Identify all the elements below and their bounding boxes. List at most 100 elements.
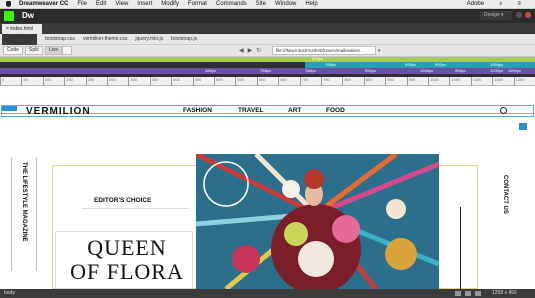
- ruler-tick: 450: [192, 77, 201, 86]
- nav-art[interactable]: ART: [288, 107, 301, 114]
- window-controls: [516, 12, 531, 18]
- nav-food[interactable]: FOOD: [326, 107, 345, 114]
- divider: [11, 158, 12, 271]
- live-options-icon[interactable]: [62, 46, 72, 55]
- workspace-label: Design: [484, 12, 500, 18]
- menu-format[interactable]: Format: [188, 0, 207, 9]
- menu-commands[interactable]: Commands: [216, 0, 247, 9]
- mq-bar-purple[interactable]: 480px 768px 992px 1200px 768px 992px 120…: [0, 68, 535, 74]
- ruler-tick: 350: [149, 77, 158, 86]
- browser-nav-icons: ◀▶↻: [239, 47, 265, 54]
- live-view-button[interactable]: Live: [45, 46, 63, 55]
- related-source-code[interactable]: Source Code: [2, 33, 38, 45]
- back-icon[interactable]: ◀: [239, 48, 248, 54]
- ruler-tick: 700: [299, 77, 308, 86]
- ruler-tick: 1200: [513, 77, 525, 86]
- ruler-tick: 250: [107, 77, 116, 86]
- menubar-right: Adobe ⌕ ≡: [461, 0, 530, 9]
- hero-image[interactable]: [196, 154, 439, 289]
- nav-fashion[interactable]: FASHION: [183, 107, 212, 114]
- nav-travel[interactable]: TRAVEL: [238, 107, 264, 114]
- live-view-canvas[interactable]: VERMILION FASHION TRAVEL ART FOOD THE LI…: [0, 86, 535, 289]
- media-query-bar: 900px 768px 992px 992px 1199px 480px 768…: [0, 56, 535, 77]
- menu-window[interactable]: Window: [275, 0, 296, 9]
- menu-insert[interactable]: Insert: [137, 0, 152, 9]
- app-menu[interactable]: Dreamweaver CC: [19, 0, 68, 9]
- ruler-tick: 600: [256, 77, 265, 86]
- menu-modify[interactable]: Modify: [161, 0, 179, 9]
- dw-logo-icon: [4, 11, 14, 21]
- tag-selector[interactable]: body: [4, 290, 15, 297]
- menu-view[interactable]: View: [115, 0, 128, 9]
- mq-label: 768px: [305, 68, 316, 73]
- mac-menubar: Dreamweaver CC File Edit View Insert Mod…: [0, 0, 535, 9]
- refresh-icon[interactable]: ↻: [256, 48, 265, 54]
- doc-tab-label: index.html: [10, 26, 34, 32]
- side-tagline: THE LIFESTYLE MAGAZINE: [21, 162, 27, 242]
- menu-help[interactable]: Help: [305, 0, 317, 9]
- window-size-readout[interactable]: 1258 x 492: [492, 290, 517, 297]
- ruler-tick: 650: [278, 77, 287, 86]
- phone-icon[interactable]: [455, 291, 461, 296]
- apple-icon[interactable]: [6, 1, 11, 7]
- workspace-switcher[interactable]: Design ▾: [480, 11, 512, 20]
- site-search-icon[interactable]: [500, 107, 507, 114]
- ruler-tick: 50: [21, 77, 28, 86]
- tablet-icon[interactable]: [465, 291, 471, 296]
- mq-label: 1199px: [508, 68, 521, 73]
- ruler-tick: 1000: [428, 77, 439, 86]
- mq-label: 768px: [260, 68, 271, 73]
- related-bootstrap-js[interactable]: bootstrap.js: [171, 34, 197, 45]
- mq-label: 1200px: [490, 68, 504, 73]
- sync-icon[interactable]: [516, 12, 522, 18]
- desktop-icon[interactable]: [475, 291, 481, 296]
- site-brand-logo[interactable]: VERMILION: [26, 106, 91, 117]
- app-titlebar: Dw Design ▾: [0, 9, 535, 23]
- mq-label: 992px: [455, 68, 466, 73]
- ruler-tick: 0: [0, 77, 4, 86]
- doc-tab-index[interactable]: × index.html: [2, 24, 42, 34]
- ruler-tick: 750: [321, 77, 330, 86]
- headline-line-2: OF FLORA: [70, 259, 184, 284]
- article-headline[interactable]: QUEEN OF FLORA: [62, 236, 192, 284]
- device-preview-icons: [455, 291, 481, 296]
- menu-file[interactable]: File: [77, 0, 87, 9]
- ruler-tick: 800: [342, 77, 351, 86]
- divider: [36, 158, 37, 271]
- divider: [460, 207, 461, 289]
- list-icon[interactable]: ≡: [517, 0, 521, 9]
- adobe-menu[interactable]: Adobe: [467, 0, 484, 9]
- editors-choice-label: EDITOR'S CHOICE: [94, 197, 152, 204]
- menu-site[interactable]: Site: [256, 0, 266, 9]
- related-bootstrap-css[interactable]: bootstrap.css: [45, 34, 75, 45]
- address-bar[interactable]: file:///Macintosh%20HD/Users/mailevalent…: [272, 46, 376, 55]
- status-bar: body 1258 x 492: [0, 289, 535, 298]
- ruler-tick: 150: [64, 77, 73, 86]
- creative-cloud-icon[interactable]: [525, 12, 531, 18]
- split-view-button[interactable]: Split: [25, 46, 43, 55]
- forward-icon[interactable]: ▶: [248, 48, 257, 54]
- ruler-tick: 300: [128, 77, 137, 86]
- contact-us-link[interactable]: CONTACT US: [502, 175, 508, 214]
- ruler-tick: 1100: [470, 77, 481, 86]
- address-dropdown-icon[interactable]: ▾: [378, 48, 381, 54]
- ruler-tick: 1150: [492, 77, 503, 86]
- mq-label: 1200px: [420, 68, 434, 73]
- app-logo-text: Dw: [22, 11, 34, 20]
- related-vermilion-theme-css[interactable]: vermilion-theme.css: [83, 34, 127, 45]
- ruler-tick: 850: [363, 77, 372, 86]
- mq-label: 992px: [365, 68, 376, 73]
- document-toolbar: Code Split Live ◀▶↻ file:///Macintosh%20…: [0, 45, 535, 57]
- search-icon[interactable]: ⌕: [499, 0, 502, 9]
- ruler-tick: 500: [214, 77, 223, 86]
- element-handle-icon[interactable]: [519, 123, 527, 130]
- code-view-button[interactable]: Code: [3, 46, 23, 55]
- related-jquery-js[interactable]: jquery.min.js: [135, 34, 163, 45]
- ruler-tick: 950: [406, 77, 415, 86]
- hero-image-art: [196, 154, 439, 289]
- ruler-tick: 1050: [449, 77, 460, 86]
- horizontal-ruler: 0 50 100 150 200 250 300 350 400 450 500 550 600 650 7…: [0, 77, 535, 86]
- related-files-bar: Source Code bootstrap.css vermilion-them…: [0, 33, 535, 45]
- headline-line-1: QUEEN: [87, 235, 167, 260]
- menu-edit[interactable]: Edit: [96, 0, 106, 9]
